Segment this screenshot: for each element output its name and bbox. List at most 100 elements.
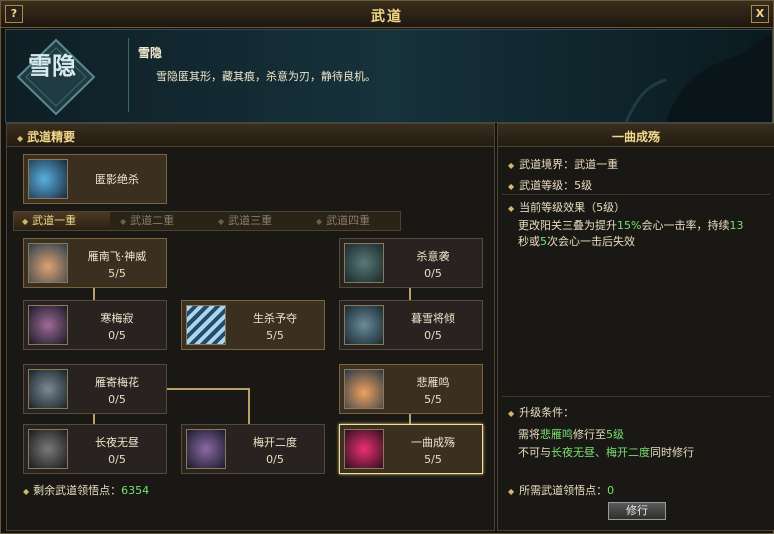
skill-node-yiquchengshang[interactable]: 一曲成殇 5/5 [339,424,483,474]
node-level: 5/5 [424,393,442,406]
text: 会心一击率，持续 [641,219,730,232]
value: 13 [729,219,744,232]
tab-tier-3[interactable]: ◆ 武道三重 [210,212,306,230]
node-name: 雁南飞·神威 [87,250,147,263]
level-value: 5级 [574,179,593,192]
diamond-icon: ◆ [17,134,24,143]
yannanfei-icon [28,243,68,283]
node-level: 0/5 [108,393,126,406]
tree-connector [409,288,411,300]
value: 长夜无昼、梅开二度 [551,446,650,459]
changyewuzhou-icon [28,429,68,469]
skill-node-changyewuzhou[interactable]: 长夜无昼 0/5 [23,424,167,474]
node-level: 5/5 [108,267,126,280]
left-panel: ◆ 武道精要 匿影绝杀 ◆ 武道一重 ◆ 武道二重 ◆ 武道三重 ◆ 武道四重 雁南飞·神… [6,123,495,531]
level-line: ◆ 武道等级：5级 [508,177,592,193]
muxuejiangqing-icon [344,305,384,345]
title-bar: ? 武道 X [1,1,773,28]
skill-node-meikaierdu[interactable]: 梅开二度 0/5 [181,424,325,474]
detail-header: 一曲成殇 [498,124,774,147]
remaining-points: ◆ 剩余武道领悟点：6354 [23,482,149,498]
essence-skill[interactable]: 匿影绝杀 [23,154,167,204]
skill-node-yannanfei[interactable]: 雁南飞·神威 5/5 [23,238,167,288]
text: 修行至 [573,428,606,441]
node-name: 长夜无昼 [95,436,139,449]
node-level: 0/5 [266,453,284,466]
realm-line: ◆ 武道境界：武道一重 [508,156,618,172]
skill-node-hanmeiji[interactable]: 寒梅寂 0/5 [23,300,167,350]
points-value: 6354 [121,484,150,497]
skill-banner: 雪隐 雪隐 雪隐匿其形，藏其痕，杀意为刃，静待良机。 [5,29,773,123]
node-name: 雁寄梅花 [95,376,139,389]
tree-connector [93,288,95,300]
diamond-icon: ◆ [508,182,515,191]
skill-node-muxuejiangqing[interactable]: 暮雪将倾 0/5 [339,300,483,350]
effect-line-2: 秒或5次会心一击后失效 [518,233,635,249]
shengshayuduo-icon [186,305,226,345]
tab-label: 武道二重 [130,214,175,227]
effect-header-text: 当前等级效果（5级） [519,201,626,214]
upgrade-header: ◆ 升级条件： [508,404,574,420]
divider [502,396,770,397]
train-button[interactable]: 修行 [608,502,666,520]
text: 次会心一击后失效 [547,235,635,248]
tab-tier-2[interactable]: ◆ 武道二重 [112,212,208,230]
node-name: 悲雁鸣 [416,376,450,389]
need-points-value: 0 [607,484,615,497]
points-label: 剩余武道领悟点： [33,484,122,497]
node-name: 一曲成殇 [411,436,455,449]
effect-header: ◆ 当前等级效果（5级） [508,199,625,215]
diamond-icon: ◆ [120,217,127,226]
close-button[interactable]: X [751,5,769,23]
realm-value: 武道一重 [574,158,619,171]
diamond-icon: ◆ [508,487,515,496]
effect-line-1: 更改阳关三叠为提升15%会心一击率，持续13 [518,217,743,233]
diamond-icon: ◆ [508,204,515,213]
tab-label: 武道四重 [326,214,371,227]
skill-node-beiyanming[interactable]: 悲雁鸣 5/5 [339,364,483,414]
diamond-icon: ◆ [22,217,29,226]
skill-node-shayixi[interactable]: 杀意袭 0/5 [339,238,483,288]
meikaierdu-icon [186,429,226,469]
yiquchengshang-icon [344,429,384,469]
text: 需将 [518,428,540,441]
node-name: 生杀予夺 [253,312,297,325]
hanmeiji-icon [28,305,68,345]
banner-divider [128,38,129,112]
shadow-kill-icon [28,159,68,199]
skill-description: 雪隐匿其形，藏其痕，杀意为刃，静待良机。 [156,70,376,83]
node-name: 寒梅寂 [100,312,134,325]
node-level: 0/5 [108,329,126,342]
skill-node-shengshayuduo[interactable]: 生杀予夺 5/5 [181,300,325,350]
tab-label: 武道三重 [228,214,273,227]
tier-tabs: ◆ 武道一重 ◆ 武道二重 ◆ 武道三重 ◆ 武道四重 [13,211,401,231]
emblem-text: 雪隐 [28,52,76,80]
upgrade-line-1: 需将悲雁鸣修行至5级 [518,426,624,442]
tree-connector [165,388,250,390]
node-name: 暮雪将倾 [411,312,455,325]
yanjimeihua-icon [28,369,68,409]
text: 秒或 [518,235,540,248]
text: 更改阳关三叠为提升 [518,219,617,232]
need-points-label: 所需武道领悟点： [519,484,608,497]
skill-name: 雪隐 [138,46,163,60]
node-name: 杀意袭 [416,250,450,263]
tab-label: 武道一重 [32,214,77,227]
node-level: 0/5 [424,329,442,342]
detail-title: 一曲成殇 [611,130,660,144]
window-title: 武道 [371,9,403,25]
level-label: 武道等级： [519,179,575,192]
beiyanming-icon [344,369,384,409]
node-level: 5/5 [266,329,284,342]
need-points-line: ◆ 所需武道领悟点：0 [508,482,614,498]
tab-tier-4[interactable]: ◆ 武道四重 [308,212,400,230]
diamond-icon: ◆ [508,161,515,170]
realm-label: 武道境界： [519,158,575,171]
tab-tier-1[interactable]: ◆ 武道一重 [14,212,110,230]
diamond-icon: ◆ [316,217,323,226]
skill-node-yanjimeihua[interactable]: 雁寄梅花 0/5 [23,364,167,414]
tree-connector [248,388,250,424]
value: 5 [540,235,547,248]
diamond-icon: ◆ [23,487,30,496]
section-title: 武道精要 [27,130,76,144]
